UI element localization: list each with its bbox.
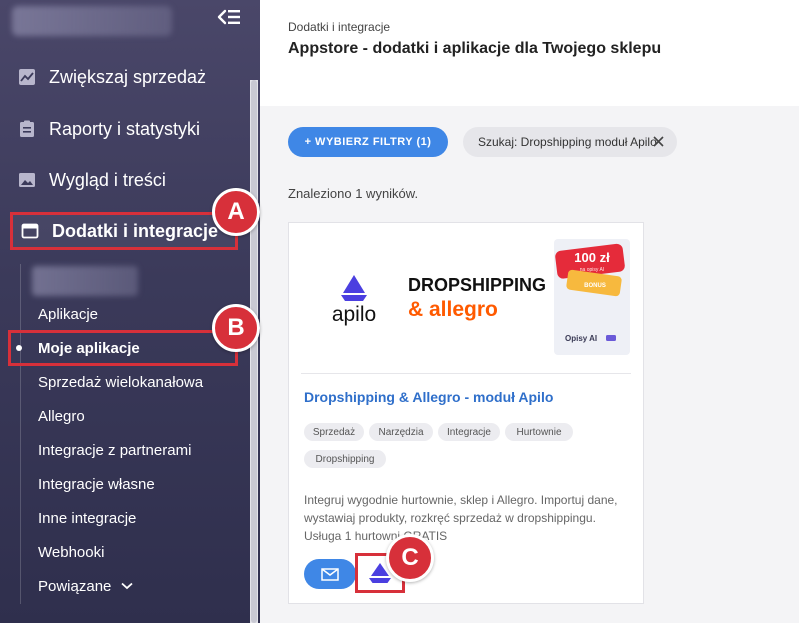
banner-bonus: BONUS	[584, 283, 606, 289]
blurred-submenu-item	[32, 266, 138, 296]
banner-price: 100 zł	[574, 250, 610, 265]
menu-item-label: Zwiększaj sprzedaż	[49, 66, 207, 87]
clipboard-icon	[20, 120, 34, 137]
scrollbar-thumb[interactable]	[251, 80, 257, 623]
menu-item-dodatki-integracje[interactable]: Dodatki i integracje	[10, 212, 238, 250]
mail-icon	[321, 567, 339, 581]
card-divider	[301, 373, 631, 374]
menu-item-label: Wygląd i treści	[49, 169, 166, 190]
app-title-link[interactable]: Dropshipping & Allegro - moduł Apilo	[304, 389, 553, 405]
app-card[interactable]: apilo DROPSHIPPING & allegro 100 zł na o…	[288, 222, 644, 604]
window-icon	[21, 223, 39, 239]
page-title: Appstore - dodatki i aplikacje dla Twoje…	[288, 40, 662, 57]
submenu-item-moje-aplikacje[interactable]: Moje aplikacje	[38, 336, 140, 360]
submenu-item-webhooki[interactable]: Webhooki	[38, 540, 104, 564]
contact-button[interactable]	[304, 559, 356, 589]
menu-item-zwiekszaj-sprzedaz[interactable]: Zwiększaj sprzedaż	[0, 57, 250, 97]
collapse-sidebar-icon[interactable]	[216, 7, 242, 27]
tag[interactable]: Hurtownie	[505, 423, 573, 441]
chevron-down-icon	[121, 582, 133, 590]
annotation-badge-b: B	[212, 304, 260, 352]
submenu-item-powiazane[interactable]: Powiązane	[38, 574, 133, 598]
menu-item-raporty[interactable]: Raporty i statystyki	[0, 109, 250, 149]
sidebar-top	[0, 0, 260, 46]
chart-icon	[19, 69, 35, 85]
tag[interactable]: Integracje	[438, 423, 500, 441]
menu-item-wyglad[interactable]: Wygląd i treści	[0, 160, 250, 200]
banner-footer-text: Opisy AI	[565, 334, 597, 343]
active-dot-icon	[16, 345, 22, 351]
annotation-badge-c: C	[386, 534, 434, 582]
results-count: Znaleziono 1 wyników.	[288, 186, 419, 201]
search-chip-label: Szukaj: Dropshipping moduł Apilo	[478, 135, 657, 149]
tag[interactable]: Dropshipping	[304, 450, 386, 468]
submenu-item-allegro[interactable]: Allegro	[38, 404, 85, 428]
sidebar-scrollbar[interactable]	[250, 80, 258, 623]
banner-logo-text: apilo	[332, 303, 376, 326]
close-icon[interactable]	[652, 135, 665, 148]
tag[interactable]: Sprzedaż	[304, 423, 364, 441]
breadcrumb[interactable]: Dodatki i integracje	[288, 20, 390, 34]
blurred-logo	[12, 6, 172, 36]
submenu-item-inne-integracje[interactable]: Inne integracje	[38, 506, 136, 530]
menu-item-label: Dodatki i integracje	[52, 220, 219, 241]
submenu-item-integracje-wlasne[interactable]: Integracje własne	[38, 472, 155, 496]
annotation-badge-a: A	[212, 188, 260, 236]
page-header: Dodatki i integracje Appstore - dodatki …	[260, 0, 799, 106]
app-banner-image[interactable]: apilo DROPSHIPPING & allegro 100 zł na o…	[301, 237, 631, 359]
submenu-item-label: Powiązane	[38, 577, 112, 595]
image-icon	[19, 173, 35, 187]
app-description: Integruj wygodnie hurtownie, sklep i All…	[304, 493, 618, 543]
submenu-line	[20, 264, 21, 604]
submenu-item-sprzedaz-wielokanalowa[interactable]: Sprzedaż wielokanałowa	[38, 370, 203, 394]
submenu-item-aplikacje[interactable]: Aplikacje	[38, 302, 98, 326]
menu-item-label: Raporty i statystyki	[49, 118, 201, 139]
submenu-item-integracje-partnerzy[interactable]: Integracje z partnerami	[38, 438, 191, 462]
banner-headline-2: & allegro	[408, 298, 498, 321]
search-chip[interactable]: Szukaj: Dropshipping moduł Apilo	[463, 127, 677, 157]
tag[interactable]: Narzędzia	[369, 423, 433, 441]
choose-filters-button[interactable]: + WYBIERZ FILTRY (1)	[288, 127, 448, 157]
banner-headline-1: DROPSHIPPING	[408, 275, 546, 295]
